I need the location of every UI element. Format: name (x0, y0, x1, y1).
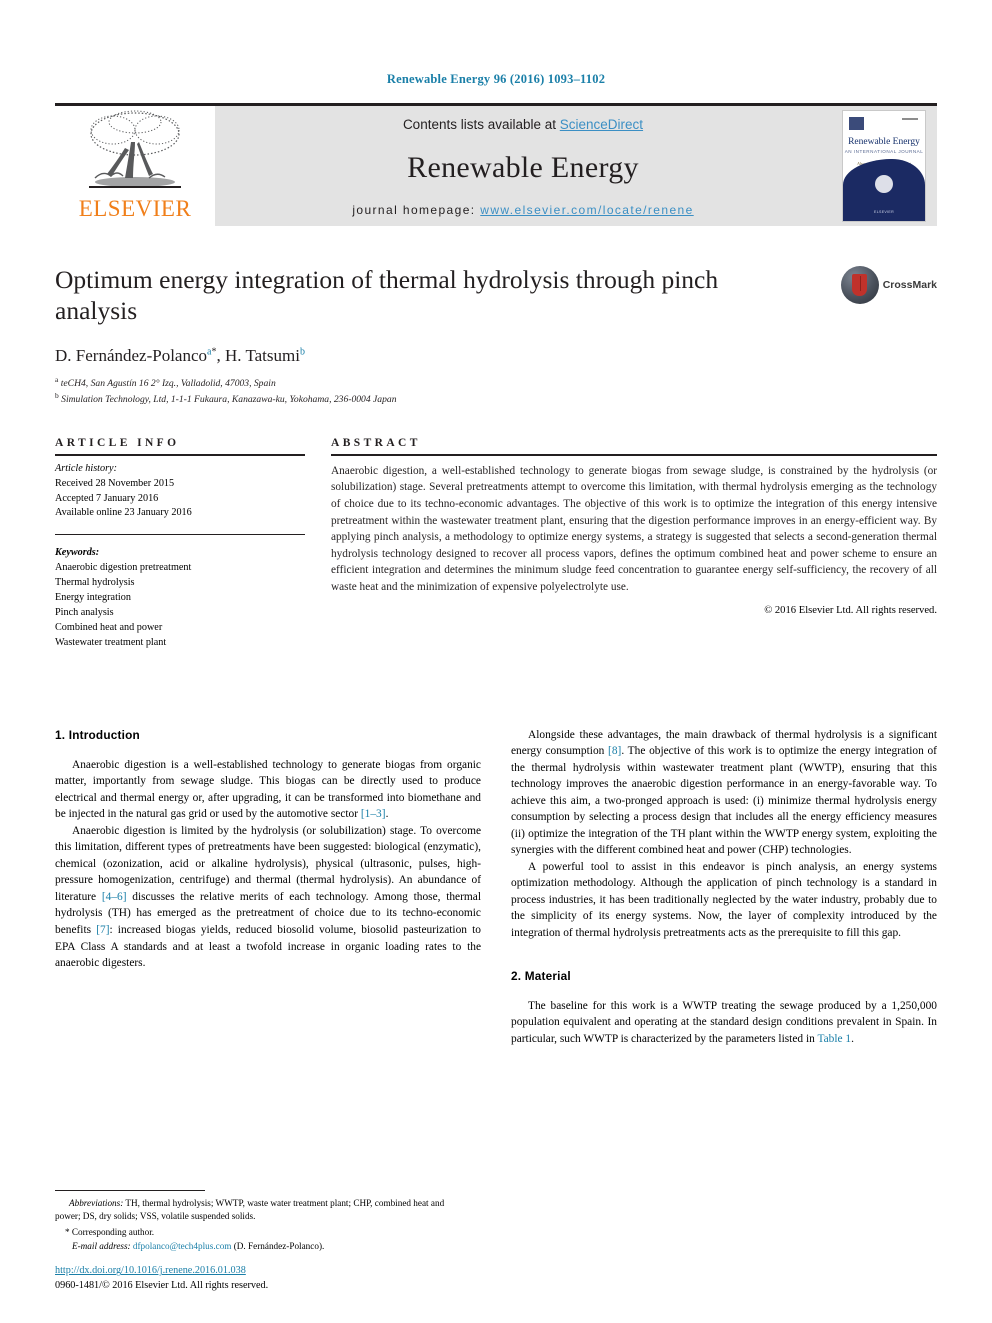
footer-doi-block: http://dx.doi.org/10.1016/j.renene.2016.… (55, 1264, 268, 1293)
journal-masthead: ELSEVIER Contents lists available at Sci… (55, 103, 937, 226)
elsevier-tree-icon (89, 110, 181, 188)
right-paragraph-1: Alongside these advantages, the main dra… (511, 727, 937, 859)
crossmark-badge[interactable]: CrossMark (840, 266, 937, 304)
affiliation-a: a teCH4, San Agustín 16 2° Izq., Vallado… (55, 375, 937, 391)
keyword-item: Pinch analysis (55, 606, 114, 618)
history-item: Available online 23 January 2016 (55, 507, 192, 519)
journal-title: Renewable Energy (407, 150, 639, 184)
keywords-separator-rule (55, 534, 305, 536)
contents-prefix: Contents lists available at (402, 117, 560, 132)
abbreviations-label: Abbreviations: (69, 1197, 124, 1208)
section-heading-material: 2. Material (511, 968, 571, 983)
corresponding-email-link[interactable]: dfpolanco@tech4plus.com (133, 1241, 232, 1251)
crossmark-icon (840, 266, 879, 304)
article-history-label: Article history: (55, 462, 117, 474)
cover-emblem-icon (875, 175, 893, 193)
history-item: Accepted 7 January 2016 (55, 492, 159, 504)
contents-line: Contents lists available at ScienceDirec… (403, 117, 643, 132)
section-heading-introduction: 1. Introduction (55, 727, 140, 742)
citation-link-4-6[interactable]: [4–6] (102, 891, 127, 903)
affiliation-a-text: teCH4, San Agustín 16 2° Izq., Valladoli… (60, 378, 276, 390)
keywords-label: Keywords: (55, 547, 100, 559)
running-head: Renewable Energy 96 (2016) 1093–1102 (386, 72, 606, 86)
sciencedirect-link[interactable]: ScienceDirect (560, 117, 643, 132)
author-list: D. Fernández-Polancoa*, H. Tatsumib (55, 346, 305, 366)
abstract-copyright: © 2016 Elsevier Ltd. All rights reserved… (764, 604, 937, 616)
citation-link-7[interactable]: [7] (96, 924, 109, 936)
intro-p1-text-b: . (385, 808, 389, 821)
intro-p1-text-a: Anaerobic digestion is a well-establishe… (55, 758, 481, 821)
body-columns: 1. Introduction Anaerobic digestion is a… (55, 727, 937, 1048)
citation-link-8[interactable]: [8] (608, 745, 621, 757)
footnote-email-line: E-mail address: dfpolanco@tech4plus.com … (55, 1240, 455, 1253)
article-info-column: ARTICLE INFO Article history: Received 2… (55, 437, 305, 651)
keyword-item: Thermal hydrolysis (55, 577, 135, 589)
cover-publisher-mark (849, 117, 864, 130)
title-block: Optimum energy integration of thermal hy… (55, 264, 937, 407)
cover-title: Renewable Energy (848, 137, 920, 147)
abstract-column: ABSTRACT Anaerobic digestion, a well-est… (331, 437, 937, 651)
footnote-rule (55, 1189, 205, 1191)
doi-link[interactable]: http://dx.doi.org/10.1016/j.renene.2016.… (55, 1265, 246, 1276)
keyword-item: Combined heat and power (55, 621, 163, 633)
homepage-line: journal homepage: www.elsevier.com/locat… (352, 203, 693, 217)
journal-cover-container: Renewable Energy AN INTERNATIONAL JOURNA… (831, 106, 937, 226)
body-column-left: 1. Introduction Anaerobic digestion is a… (55, 727, 481, 1048)
footnote-abbreviations: Abbreviations: TH, thermal hydrolysis; W… (55, 1197, 455, 1224)
elsevier-wordmark: ELSEVIER (78, 196, 192, 221)
elsevier-logo: ELSEVIER (55, 106, 215, 226)
article-history: Article history: Received 28 November 20… (55, 456, 305, 522)
right-p1-text-b: . The objective of this work is to optim… (511, 745, 937, 857)
cover-issn-bar (902, 118, 918, 120)
history-item: Received 28 November 2015 (55, 477, 175, 489)
intro-p2-text-c: : increased biogas yields, reduced bioso… (55, 924, 481, 970)
author-2-name: H. Tatsumi (224, 346, 300, 366)
info-abstract-row: ARTICLE INFO Article history: Received 2… (55, 437, 937, 651)
page-title: Optimum energy integration of thermal hy… (55, 265, 719, 326)
footnotes-block: Abbreviations: TH, thermal hydrolysis; W… (55, 1189, 455, 1253)
affiliation-b-marker: b (55, 391, 59, 401)
homepage-prefix: journal homepage: (352, 203, 481, 217)
abstract-text: Anaerobic digestion, a well-established … (331, 464, 937, 593)
material-p1-text-b: . (851, 1032, 854, 1045)
affiliation-b-text: Simulation Technology, Ltd, 1-1-1 Fukaur… (61, 394, 397, 406)
issn-copyright-line: 0960-1481/© 2016 Elsevier Ltd. All right… (55, 1279, 269, 1291)
crossmark-book-glyph (852, 274, 868, 296)
cover-footer-text: ELSEVIER (874, 210, 894, 214)
email-label: E-mail address: (72, 1240, 131, 1251)
cover-subtitle: AN INTERNATIONAL JOURNAL (844, 149, 924, 154)
affiliation-a-marker: a (55, 375, 59, 385)
journal-cover-thumbnail: Renewable Energy AN INTERNATIONAL JOURNA… (842, 110, 926, 222)
author-1-name: D. Fernández-Polanco (55, 346, 208, 366)
citation-link-1-3[interactable]: [1–3] (361, 808, 386, 820)
keyword-item: Anaerobic digestion pretreatment (55, 562, 192, 574)
crossmark-label: CrossMark (882, 279, 937, 291)
body-column-right: Alongside these advantages, the main dra… (511, 727, 937, 1048)
intro-paragraph-2: Anaerobic digestion is limited by the hy… (55, 823, 481, 972)
abstract-heading: ABSTRACT (331, 436, 421, 449)
affiliations: a teCH4, San Agustín 16 2° Izq., Vallado… (55, 375, 937, 407)
right-paragraph-2: A powerful tool to assist in this endeav… (511, 860, 937, 939)
keyword-item: Wastewater treatment plant (55, 636, 167, 648)
article-info-heading: ARTICLE INFO (55, 436, 180, 449)
email-suffix: (D. Fernández-Polanco). (231, 1240, 325, 1251)
masthead-center: Contents lists available at ScienceDirec… (215, 106, 831, 226)
keyword-item: Energy integration (55, 592, 131, 604)
table-1-link[interactable]: Table 1 (817, 1033, 851, 1045)
affiliation-b: b Simulation Technology, Ltd, 1-1-1 Fuka… (55, 391, 937, 407)
journal-homepage-link[interactable]: www.elsevier.com/locate/renene (480, 203, 693, 217)
author-2-affiliation-marker[interactable]: b (300, 347, 305, 358)
footnote-corresponding-author: * Corresponding author. (65, 1227, 155, 1238)
keywords-block: Keywords: Anaerobic digestion pretreatme… (55, 546, 305, 650)
corresponding-author-marker[interactable]: * (211, 347, 216, 358)
material-p1-text-a: The baseline for this work is a WWTP tre… (511, 999, 937, 1045)
intro-paragraph-1: Anaerobic digestion is a well-establishe… (55, 757, 481, 823)
material-paragraph-1: The baseline for this work is a WWTP tre… (511, 998, 937, 1048)
paper-page: Renewable Energy 96 (2016) 1093–1102 ELS… (0, 0, 992, 1323)
